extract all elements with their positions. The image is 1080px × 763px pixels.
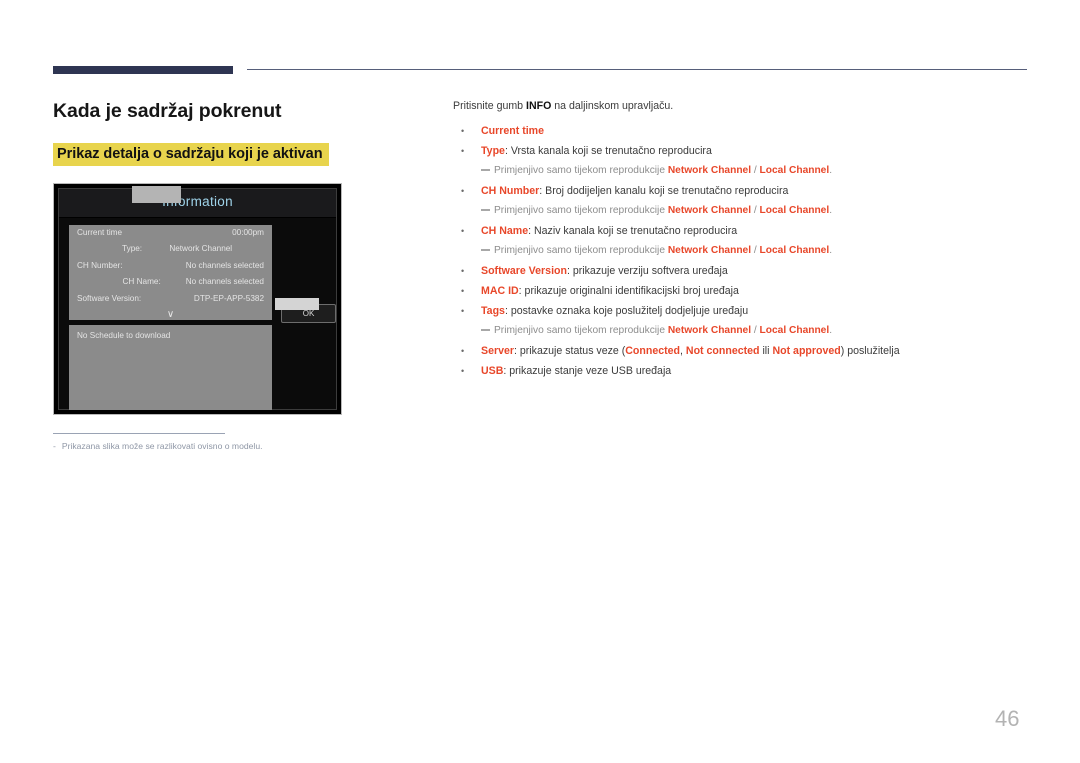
redaction-box-title (132, 186, 181, 203)
status-connected: Connected (625, 345, 681, 357)
term-desc: : Vrsta kanala koji se trenutačno reprod… (504, 145, 712, 157)
term-label: MAC ID (481, 285, 519, 297)
footnote-text: Prikazana slika može se razlikovati ovis… (61, 441, 263, 451)
term-label: CH Number (481, 185, 540, 197)
sub-note: Primjenjivo samo tijekom reprodukcije Ne… (453, 241, 1028, 261)
term-desc: : prikazuje originalni identifikacijski … (518, 285, 739, 297)
subnote-separator: / (751, 205, 760, 216)
info-key: Current time (77, 228, 123, 237)
table-row: Type: Network Channel (69, 241, 272, 257)
subnote-suffix: . (829, 245, 833, 256)
page-number: 46 (995, 706, 1020, 731)
redaction-box-ok (275, 298, 319, 310)
intro-text-after: na daljinskom upravljaču. (551, 100, 674, 112)
term-desc: : prikazuje stanje veze USB uređaja (503, 365, 672, 377)
list-item: CH Number: Broj dodijeljen kanalu koji s… (453, 181, 1028, 201)
info-key: Type: (122, 244, 143, 254)
info-value: 00:00pm (232, 228, 264, 237)
info-key: Software Version: (77, 293, 142, 303)
list-item: CH Name: Naziv kanala koji se trenutačno… (453, 221, 1028, 241)
page-title: Kada je sadržaj pokrenut (53, 100, 282, 122)
term-desc: : postavke oznaka koje poslužitelj dodje… (504, 305, 749, 317)
tv-titlebar: Information (59, 189, 336, 218)
subnote-separator: / (751, 245, 760, 256)
server-text-1: : prikazuje status veze ( (514, 345, 626, 357)
content-column: Pritisnite gumb INFO na daljinskom uprav… (453, 99, 1028, 381)
tv-panel-title: Information (162, 194, 233, 209)
table-row: CH Name: No channels selected (69, 274, 272, 290)
term-label: USB (481, 365, 504, 377)
info-value: No channels selected (185, 277, 264, 287)
subnote-suffix: . (829, 325, 833, 336)
chevron-down-icon: ∨ (166, 309, 175, 320)
info-value: DTP-EP-APP-5382 (193, 293, 264, 303)
network-channel-keyword: Network Channel (667, 245, 752, 256)
list-item: USB: prikazuje stanje veze USB uređaja (453, 361, 1028, 381)
footnote-rule (53, 433, 225, 434)
local-channel-keyword: Local Channel (759, 245, 830, 256)
subheading-highlight: Prikaz detalja o sadržaju koji je aktiva… (53, 143, 329, 166)
server-text-3: ili (759, 345, 773, 357)
term-label: Current time (481, 125, 544, 137)
list-item: Current time (453, 121, 1028, 141)
table-row: Software Version: DTP-EP-APP-5382 (69, 291, 272, 307)
term-label: Tags (481, 305, 505, 317)
subnote-prefix: Primjenjivo samo tijekom reprodukcije (494, 165, 668, 176)
subnote-prefix: Primjenjivo samo tijekom reprodukcije (494, 325, 668, 336)
tv-schedule-box: No Schedule to download (69, 325, 272, 410)
status-not-approved: Not approved (772, 345, 841, 357)
term-desc: : Naziv kanala koji se trenutačno reprod… (528, 225, 738, 237)
subheading-container: Prikaz detalja o sadržaju koji je aktiva… (53, 143, 329, 166)
info-value: Network Channel (169, 244, 233, 254)
info-button-keyword: INFO (526, 100, 552, 112)
figure-footnote: - Prikazana slika može se razlikovati ovi… (53, 441, 263, 451)
term-desc: : Broj dodijeljen kanalu koji se trenuta… (539, 185, 789, 197)
header-accent-bar (53, 66, 233, 74)
subnote-suffix: . (829, 165, 833, 176)
tv-info-list: Current time 00:00pm Type: Network Chann… (69, 225, 272, 320)
term-label: Type (481, 145, 505, 157)
header-rule (247, 69, 1027, 70)
term-label: CH Name (481, 225, 529, 237)
term-label: Software Version (481, 265, 567, 277)
local-channel-keyword: Local Channel (759, 165, 830, 176)
subnote-separator: / (751, 165, 760, 176)
status-not-connected: Not connected (685, 345, 760, 357)
intro-text-before: Pritisnite gumb (453, 100, 527, 112)
local-channel-keyword: Local Channel (759, 205, 830, 216)
term-desc: : prikazuje verziju softvera uređaja (566, 265, 728, 277)
list-item: Software Version: prikazuje verziju soft… (453, 261, 1028, 281)
info-key: CH Name: (122, 277, 161, 287)
subnote-separator: / (751, 325, 760, 336)
list-item: Tags: postavke oznaka koje poslužitelj d… (453, 301, 1028, 321)
sub-note: Primjenjivo samo tijekom reprodukcije Ne… (453, 201, 1028, 221)
footnote-dash: - (53, 441, 56, 451)
network-channel-keyword: Network Channel (667, 205, 752, 216)
network-channel-keyword: Network Channel (667, 325, 752, 336)
intro-paragraph: Pritisnite gumb INFO na daljinskom uprav… (453, 99, 1028, 114)
subnote-prefix: Primjenjivo samo tijekom reprodukcije (494, 205, 668, 216)
table-row: CH Number: No channels selected (69, 258, 272, 274)
list-item: MAC ID: prikazuje originalni identifikac… (453, 281, 1028, 301)
info-value: No channels selected (185, 260, 264, 270)
subnote-suffix: . (829, 205, 833, 216)
term-label: Server (481, 345, 514, 357)
network-channel-keyword: Network Channel (667, 165, 752, 176)
list-item: Server: prikazuje status veze (Connected… (453, 341, 1028, 361)
local-channel-keyword: Local Channel (759, 325, 830, 336)
tv-schedule-text: No Schedule to download (77, 331, 171, 340)
server-text-4: ) poslužitelja (840, 345, 900, 357)
info-key: CH Number: (77, 260, 123, 270)
table-row: Current time 00:00pm (69, 225, 272, 241)
sub-note: Primjenjivo samo tijekom reprodukcije Ne… (453, 321, 1028, 341)
list-item: Type: Vrsta kanala koji se trenutačno re… (453, 141, 1028, 161)
sub-note: Primjenjivo samo tijekom reprodukcije Ne… (453, 161, 1028, 181)
subnote-prefix: Primjenjivo samo tijekom reprodukcije (494, 245, 668, 256)
